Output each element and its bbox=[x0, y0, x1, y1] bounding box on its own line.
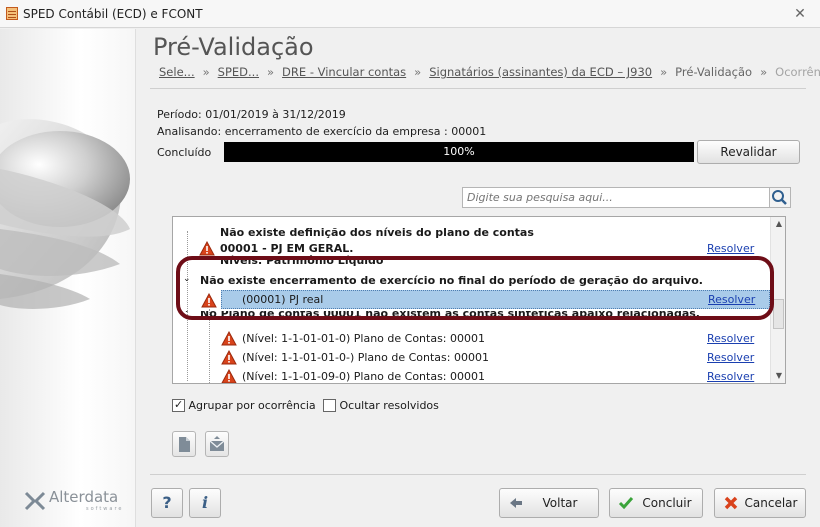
search-box bbox=[462, 187, 770, 208]
search-input[interactable] bbox=[463, 188, 769, 207]
breadcrumb-item-sped[interactable]: SPED... bbox=[218, 65, 259, 79]
progress-bar: 100% bbox=[224, 142, 694, 162]
agrupar-checkbox[interactable] bbox=[172, 398, 185, 412]
app-icon bbox=[6, 7, 18, 20]
wizard-side-panel: Alterdata software bbox=[0, 29, 136, 527]
agrupar-label: Agrupar por ocorrência bbox=[188, 399, 316, 412]
header-divider bbox=[150, 88, 806, 89]
window-title: SPED Contábil (ECD) e FCONT bbox=[23, 7, 203, 21]
brand-sub: software bbox=[86, 506, 124, 512]
scroll-down-icon[interactable]: ▼ bbox=[771, 369, 785, 383]
info-button[interactable]: i bbox=[189, 488, 221, 518]
decorative-graphic bbox=[0, 119, 130, 309]
ocultar-label: Ocultar resolvidos bbox=[339, 399, 439, 412]
breadcrumb-item-selecao[interactable]: Sele... bbox=[159, 65, 195, 79]
email-button[interactable] bbox=[205, 431, 229, 457]
resolver-link[interactable]: Resolver bbox=[707, 370, 754, 383]
voltar-button[interactable]: Voltar bbox=[499, 488, 599, 518]
hide-resolved-option[interactable]: Ocultar resolvidos bbox=[323, 399, 439, 412]
help-button[interactable]: ? bbox=[151, 488, 183, 518]
revalidar-button[interactable]: Revalidar bbox=[697, 140, 800, 164]
warning-icon bbox=[221, 369, 237, 383]
period-text: Período: 01/01/2019 à 31/12/2019 bbox=[157, 108, 346, 121]
group-by-option[interactable]: Agrupar por ocorrência bbox=[172, 398, 316, 412]
list-item[interactable]: (Nível: 1-1-01-01-0-) Plano de Contas: 0… bbox=[173, 348, 770, 367]
search-button[interactable] bbox=[769, 187, 791, 208]
analyzing-text: Analisando: encerramento de exercício da… bbox=[157, 125, 487, 138]
footer-divider bbox=[150, 474, 806, 475]
cancelar-button[interactable]: Cancelar bbox=[714, 488, 806, 518]
scroll-up-icon[interactable]: ▲ bbox=[771, 217, 785, 231]
warning-icon bbox=[221, 350, 237, 365]
email-icon bbox=[209, 436, 225, 451]
warning-icon bbox=[221, 331, 237, 346]
breadcrumb-item-signatarios[interactable]: Signatários (assinantes) da ECD – J930 bbox=[429, 65, 652, 79]
search-icon bbox=[772, 190, 787, 205]
concluir-button[interactable]: Concluir bbox=[609, 488, 703, 518]
breadcrumb-item-dre[interactable]: DRE - Vincular contas bbox=[282, 65, 406, 79]
breadcrumb-item-current: Pré-Validação bbox=[675, 65, 753, 79]
brand-mark-icon bbox=[24, 491, 46, 511]
arrow-left-icon bbox=[510, 498, 522, 508]
x-icon bbox=[724, 496, 738, 510]
check-icon bbox=[618, 497, 634, 510]
page-title: Pré-Validação bbox=[153, 33, 314, 61]
ocultar-checkbox[interactable] bbox=[323, 399, 336, 412]
breadcrumb: Sele...» SPED...» DRE - Vincular contas» Si… bbox=[159, 65, 820, 79]
resolver-link[interactable]: Resolver bbox=[707, 332, 754, 345]
scroll-thumb[interactable] bbox=[773, 299, 784, 329]
document-icon bbox=[179, 437, 190, 452]
window-titlebar: SPED Contábil (ECD) e FCONT ✕ bbox=[0, 0, 820, 28]
highlight-annotation bbox=[176, 256, 774, 320]
progress-label: Concluído bbox=[157, 146, 212, 159]
breadcrumb-item-ocorrencias: Ocorrências bbox=[775, 65, 820, 79]
list-item[interactable]: (Nível: 1-1-01-09-0) Plano de Contas: 00… bbox=[173, 367, 770, 383]
report-button[interactable] bbox=[172, 431, 196, 457]
close-icon[interactable]: ✕ bbox=[790, 4, 810, 24]
resolver-link[interactable]: Resolver bbox=[707, 351, 754, 364]
brand-name: Alterdata bbox=[49, 488, 119, 506]
list-item[interactable]: (Nível: 1-1-01-01-0) Plano de Contas: 00… bbox=[173, 329, 770, 348]
